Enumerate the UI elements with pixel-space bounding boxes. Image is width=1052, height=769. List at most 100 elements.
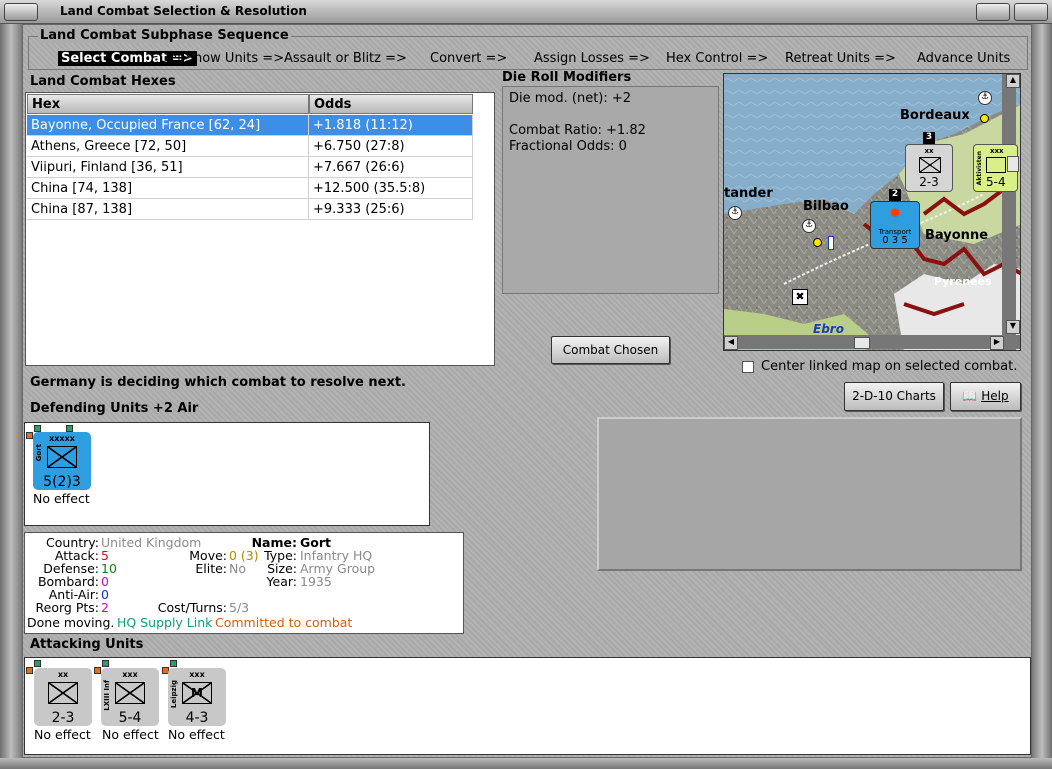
table-row-hex[interactable]: China [87, 138] bbox=[27, 199, 309, 220]
defending-title: Defending Units +2 Air bbox=[30, 401, 199, 416]
window-title: Land Combat Selection & Resolution bbox=[60, 4, 307, 18]
table-row-hex[interactable]: Athens, Greece [72, 50] bbox=[27, 136, 309, 157]
table-row-hex[interactable]: Viipuri, Finland [36, 51] bbox=[27, 157, 309, 178]
scroll-up-button[interactable]: ▲ bbox=[1006, 74, 1020, 88]
table-row-hex[interactable]: China [74, 138] bbox=[27, 178, 309, 199]
hexes-title: Land Combat Hexes bbox=[30, 74, 176, 89]
unit-result: No effect bbox=[34, 727, 91, 742]
infantry-symbol-icon bbox=[48, 682, 78, 704]
combat-burst-icon: ✹ bbox=[889, 204, 902, 222]
attacking-unit-counter[interactable]: xx 2-3 bbox=[34, 668, 92, 726]
mountain-symbol-icon: M bbox=[182, 682, 212, 704]
attacking-unit-counter[interactable]: Leipzig xxx M 4-3 bbox=[168, 668, 226, 726]
unit-values: 5-4 bbox=[118, 710, 142, 726]
seq-step-convert: Convert => bbox=[430, 51, 508, 66]
table-row-odds[interactable]: +1.818 (11:12) bbox=[309, 115, 473, 136]
unit-values: 0 3 5 bbox=[882, 235, 908, 246]
map-unit-counter[interactable]: xx 2-3 bbox=[905, 144, 953, 192]
die-mod-net: Die mod. (net): +2 bbox=[509, 91, 632, 106]
center-map-label: Center linked map on selected combat. bbox=[761, 359, 1018, 374]
infantry-symbol-icon bbox=[986, 157, 1006, 173]
charts-button[interactable]: 2-D-10 Charts bbox=[844, 382, 944, 411]
status-dot bbox=[170, 660, 177, 667]
committed-text: Committed to combat bbox=[215, 615, 353, 630]
map-label-bilbao: Bilbao bbox=[803, 199, 849, 214]
table-row-hex[interactable]: Bayonne, Occupied France [62, 24] bbox=[27, 115, 309, 136]
reorg-label: Reorg Pts: bbox=[35, 600, 99, 615]
combat-details-panel bbox=[597, 417, 1022, 571]
map-label-pyrenees: Pyrenees bbox=[934, 275, 992, 288]
supply-link-text: HQ Supply Link bbox=[117, 615, 213, 630]
elite-label: Elite: bbox=[195, 561, 227, 576]
minimize-button[interactable] bbox=[976, 3, 1010, 21]
window-menu-button[interactable] bbox=[4, 3, 38, 21]
status-dot bbox=[34, 660, 41, 667]
status-dot bbox=[26, 432, 33, 439]
table-row-odds[interactable]: +7.667 (26:6) bbox=[309, 157, 473, 178]
stack-count-badge: 3 bbox=[923, 132, 935, 144]
table-row-odds[interactable]: +12.500 (35.5:8) bbox=[309, 178, 473, 199]
done-moving-text: Done moving. bbox=[27, 615, 115, 630]
window-border-left bbox=[0, 24, 22, 769]
unit-size: xxx bbox=[122, 670, 138, 679]
unit-name: Aktivisten bbox=[976, 151, 983, 186]
cost-label: Cost/Turns: bbox=[157, 600, 227, 615]
port-anchor-icon: ⚓ bbox=[978, 91, 992, 105]
elite-value: No bbox=[229, 561, 246, 576]
city-icon bbox=[980, 114, 989, 123]
seq-step-hex-control: Hex Control => bbox=[666, 51, 769, 66]
help-button[interactable]: 📖 Help bbox=[950, 382, 1021, 411]
attacking-units-panel: xx 2-3 No effect LXIII Inf xxx 5-4 No ef… bbox=[24, 657, 1031, 755]
unit-result: No effect bbox=[168, 727, 225, 742]
port-anchor-icon: ⚓ bbox=[728, 206, 742, 220]
seq-step-assign-losses: Assign Losses => bbox=[534, 51, 650, 66]
unit-size: xx bbox=[924, 147, 934, 155]
table-row-odds[interactable]: +6.750 (27:8) bbox=[309, 136, 473, 157]
cost-value: 5/3 bbox=[229, 600, 250, 615]
infantry-symbol-icon bbox=[47, 446, 77, 468]
column-header-hex[interactable]: Hex bbox=[27, 94, 309, 114]
scroll-left-button[interactable]: ◀ bbox=[724, 336, 738, 350]
center-map-checkbox[interactable] bbox=[742, 361, 754, 373]
unit-result: No effect bbox=[33, 491, 90, 506]
unit-size: xxxxx bbox=[49, 434, 75, 443]
map-label-bayonne: Bayonne bbox=[925, 228, 989, 243]
map-label-santander: tander bbox=[724, 186, 773, 201]
table-row-odds[interactable]: +9.333 (25:6) bbox=[309, 199, 473, 220]
map-label-ebro: Ebro bbox=[813, 322, 844, 336]
status-message: Germany is deciding which combat to reso… bbox=[30, 375, 406, 390]
year-label: Year: bbox=[266, 574, 297, 589]
unit-info-panel: Country: United Kingdom Attack: 5 Defens… bbox=[24, 532, 464, 634]
unit-name: LXIII Inf bbox=[103, 680, 111, 711]
seq-step-def-snow: Def Snow Units => bbox=[159, 51, 285, 66]
status-dot bbox=[94, 667, 101, 674]
seq-step-advance: Advance Units bbox=[917, 51, 1011, 66]
infantry-symbol-icon bbox=[919, 157, 941, 173]
fortification-icon: ✖ bbox=[792, 289, 808, 305]
unit-name: Leipzig bbox=[170, 680, 178, 709]
status-dot bbox=[102, 660, 109, 667]
scroll-right-button[interactable]: ▶ bbox=[990, 336, 1004, 350]
horizontal-scroll-thumb[interactable] bbox=[854, 337, 870, 349]
scroll-down-button[interactable]: ▼ bbox=[1006, 320, 1020, 334]
attacking-unit-counter[interactable]: LXIII Inf xxx 5-4 bbox=[101, 668, 159, 726]
unit-size: xx bbox=[57, 670, 69, 679]
defending-units-panel: Gort xxxxx 5(2)3 No effect bbox=[24, 422, 430, 526]
vertical-scroll-thumb[interactable] bbox=[1007, 156, 1019, 172]
map-transport-counter[interactable]: Transport 0 3 5 ✹ bbox=[870, 201, 920, 249]
defending-unit-counter[interactable]: Gort xxxxx 5(2)3 bbox=[33, 432, 91, 490]
unit-values: 2-3 bbox=[51, 710, 75, 726]
seq-step-retreat: Retreat Units => bbox=[785, 51, 896, 66]
linked-map[interactable]: Bordeaux tander Bilbao Bayonne Pyrenees … bbox=[723, 73, 1021, 351]
combat-chosen-button[interactable]: Combat Chosen bbox=[551, 336, 670, 364]
seq-step-assault: Assault or Blitz => bbox=[284, 51, 407, 66]
unit-size: xxx bbox=[189, 670, 205, 679]
factory-icon bbox=[828, 236, 834, 250]
status-dot bbox=[66, 425, 73, 432]
infantry-symbol-icon bbox=[115, 682, 145, 704]
close-button[interactable] bbox=[1014, 3, 1048, 21]
window-border-right bbox=[1032, 24, 1052, 769]
column-header-odds[interactable]: Odds bbox=[309, 94, 473, 114]
fractional-odds: Fractional Odds: 0 bbox=[509, 139, 627, 154]
status-dot bbox=[26, 667, 33, 674]
